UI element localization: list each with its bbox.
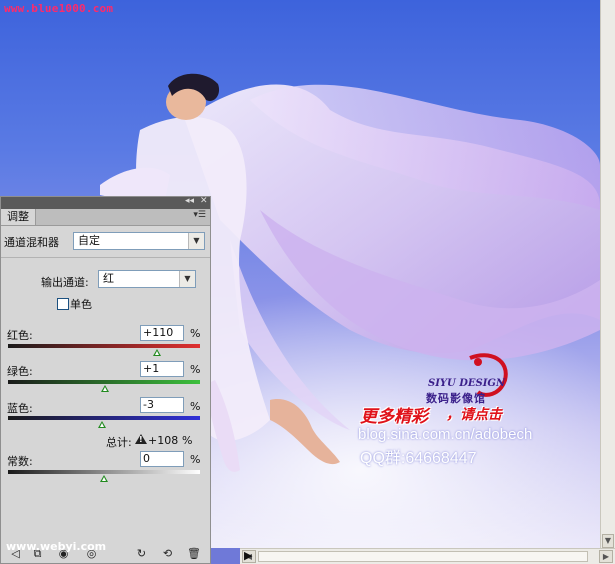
status-nav-arrow-icon[interactable]: ▶ [244, 549, 252, 562]
double-chevron-left-icon[interactable]: ◂◂ [185, 196, 194, 206]
qq-group: QQ群:64668447 [360, 450, 477, 467]
promo-text: 更多精彩 [360, 407, 428, 427]
adjustment-name: 通道混和器 [4, 236, 59, 249]
red-slider-thumb[interactable] [152, 349, 161, 356]
reset-icon[interactable]: ⟲ [161, 547, 174, 560]
horizontal-scroll-thumb[interactable] [258, 551, 588, 562]
scroll-down-icon[interactable]: ▼ [602, 534, 614, 548]
red-value-field[interactable]: +110 [140, 325, 184, 341]
panel-titlebar: ◂◂ ✕ [1, 196, 210, 209]
output-channel-select[interactable]: 红 ▼ [98, 270, 196, 288]
watermark-bottom: www.webyi.com [6, 540, 107, 553]
blog-url: blog.sina.com.cn/adobech [358, 426, 533, 443]
output-channel-value: 红 [103, 272, 114, 285]
constant-unit: % [190, 453, 201, 466]
divider [1, 257, 210, 258]
blue-slider-label: 蓝色: [7, 402, 33, 415]
watermark-top: www.blue1000.com [4, 2, 114, 15]
monochrome-label: 单色 [70, 298, 92, 311]
redo-icon[interactable]: ↻ [135, 547, 148, 560]
preset-value: 自定 [78, 234, 100, 247]
tab-adjustments[interactable]: 调整 [1, 209, 36, 225]
horizontal-scrollbar[interactable]: ◀ ▶ [240, 548, 615, 564]
chevron-down-icon[interactable]: ▼ [188, 233, 204, 249]
preset-select[interactable]: 自定 ▼ [73, 232, 205, 250]
red-slider-label: 红色: [7, 329, 33, 342]
total-label: 总计: [106, 436, 132, 449]
panel-tab-row: 调整 ▾☰ [1, 209, 210, 226]
red-unit: % [190, 327, 201, 340]
blue-value-field[interactable]: -3 [140, 397, 184, 413]
red-slider-track[interactable] [8, 344, 200, 348]
total-unit: % [182, 434, 193, 447]
constant-label: 常数: [7, 455, 33, 468]
green-slider-label: 绿色: [7, 365, 33, 378]
green-slider-track[interactable] [8, 380, 200, 384]
logo-english: SIYU DESIGN [428, 378, 506, 389]
constant-value-field[interactable]: 0 [140, 451, 184, 467]
total-value: +108 [148, 434, 179, 447]
scroll-right-icon[interactable]: ▶ [599, 550, 613, 563]
blue-slider-track[interactable] [8, 416, 200, 420]
blue-slider-thumb[interactable] [98, 421, 107, 428]
output-channel-label: 输出通道: [41, 276, 89, 289]
constant-slider-track[interactable] [8, 470, 200, 474]
adjustments-panel: ◂◂ ✕ 调整 ▾☰ 通道混和器 自定 ▼ 输出通道: 红 ▼ 单色 红色: +… [0, 196, 211, 564]
trash-icon[interactable]: 🗑 [187, 547, 201, 560]
constant-slider-thumb[interactable] [100, 475, 108, 482]
vertical-scrollbar[interactable]: ▼ [600, 0, 615, 548]
panel-menu-icon[interactable]: ▾☰ [193, 210, 206, 220]
green-value-field[interactable]: +1 [140, 361, 184, 377]
warning-icon [135, 434, 147, 444]
green-slider-thumb[interactable] [100, 385, 109, 392]
green-unit: % [190, 363, 201, 376]
monochrome-checkbox[interactable] [57, 298, 69, 310]
promo-click-text: ，请点击 [446, 407, 502, 423]
chevron-down-icon[interactable]: ▼ [179, 271, 195, 287]
close-icon[interactable]: ✕ [200, 196, 208, 206]
blue-unit: % [190, 400, 201, 413]
